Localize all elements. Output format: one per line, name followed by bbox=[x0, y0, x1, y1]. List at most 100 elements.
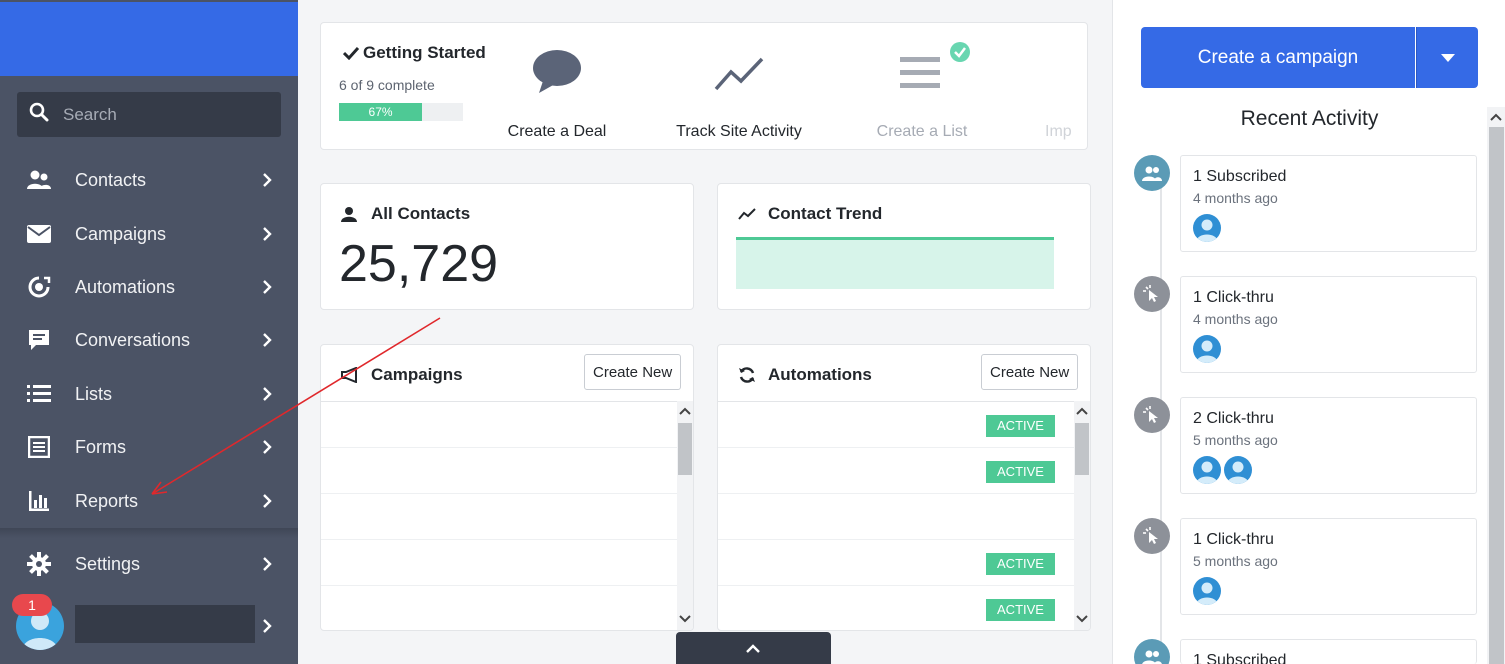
chevron-right-icon bbox=[263, 440, 272, 454]
activity-card[interactable]: 1 Click-thru 5 months ago bbox=[1180, 518, 1477, 615]
subscribers-icon bbox=[1134, 639, 1170, 664]
chevron-right-icon bbox=[263, 387, 272, 401]
click-icon bbox=[1134, 397, 1170, 433]
chevron-up-icon[interactable] bbox=[1075, 406, 1089, 416]
status-badge: ACTIVE bbox=[986, 599, 1055, 621]
chevron-up-icon[interactable] bbox=[678, 406, 692, 416]
sidebar-item-label: Reports bbox=[75, 490, 139, 511]
contact-trend-card[interactable]: Contact Trend bbox=[717, 183, 1091, 310]
checkmark-icon bbox=[343, 46, 359, 60]
recent-activity-title: Recent Activity bbox=[1240, 107, 1379, 130]
caret-down-icon bbox=[1441, 54, 1455, 62]
campaigns-list[interactable] bbox=[321, 401, 693, 630]
activity-card[interactable]: 1 Subscribed bbox=[1180, 639, 1477, 664]
form-icon bbox=[27, 435, 51, 459]
chat-icon bbox=[27, 328, 51, 352]
sidebar-item-conversations[interactable]: Conversations bbox=[0, 315, 298, 365]
chevron-up-icon bbox=[746, 644, 760, 653]
all-contacts-card[interactable]: All Contacts 25,729 bbox=[320, 183, 694, 310]
sidebar-item-label: Campaigns bbox=[75, 223, 167, 244]
click-icon bbox=[1134, 276, 1170, 312]
campaigns-title: Campaigns bbox=[341, 365, 463, 385]
list-icon bbox=[27, 382, 51, 406]
chat-bubble-icon bbox=[533, 50, 581, 93]
notification-badge[interactable]: 1 bbox=[12, 594, 52, 616]
user-menu[interactable]: 1 bbox=[0, 594, 298, 660]
automations-list[interactable]: ACTIVE ACTIVE ACTIVE ACTIVE bbox=[718, 401, 1090, 630]
subscribers-icon bbox=[1134, 155, 1170, 191]
contact-trend-title: Contact Trend bbox=[738, 204, 882, 224]
avatar[interactable] bbox=[1193, 335, 1221, 363]
sidebar-search[interactable] bbox=[17, 92, 281, 137]
activity-card[interactable]: 2 Click-thru 5 months ago bbox=[1180, 397, 1477, 494]
getting-started-title: Getting Started bbox=[343, 43, 486, 63]
sidebar-divider bbox=[0, 528, 298, 538]
brand-logo-area[interactable] bbox=[0, 2, 298, 76]
sidebar-item-label: Contacts bbox=[75, 169, 147, 190]
sidebar-item-campaigns[interactable]: Campaigns bbox=[0, 209, 298, 259]
user-name bbox=[75, 605, 255, 643]
progress-text: 6 of 9 complete bbox=[339, 77, 435, 93]
person-icon bbox=[341, 207, 357, 222]
envelope-icon bbox=[27, 222, 51, 246]
chevron-up-icon[interactable] bbox=[1489, 112, 1503, 122]
create-campaign-button[interactable]: Create a campaign bbox=[1141, 27, 1415, 88]
status-badge: ACTIVE bbox=[986, 553, 1055, 575]
search-icon bbox=[29, 102, 49, 127]
chevron-right-icon bbox=[263, 619, 272, 633]
check-circle-icon bbox=[950, 42, 970, 62]
sidebar-item-label: Automations bbox=[75, 276, 176, 297]
chevron-right-icon bbox=[263, 173, 272, 187]
create-new-campaign-button[interactable]: Create New bbox=[584, 354, 682, 390]
chevron-down-icon[interactable] bbox=[678, 614, 692, 624]
status-badge: ACTIVE bbox=[986, 415, 1055, 437]
footer-toggle-button[interactable] bbox=[676, 632, 831, 664]
sidebar-item-label: Forms bbox=[75, 436, 126, 457]
campaigns-card: Campaigns Create New bbox=[320, 344, 694, 631]
gear-icon bbox=[27, 552, 51, 576]
campaigns-scrollbar[interactable] bbox=[677, 401, 693, 630]
automations-title: Automations bbox=[738, 365, 872, 385]
create-new-automation-button[interactable]: Create New bbox=[981, 354, 1079, 390]
recent-activity-scrollbar[interactable] bbox=[1487, 107, 1505, 664]
all-contacts-title: All Contacts bbox=[341, 204, 470, 224]
progress-bar: 67% bbox=[339, 103, 463, 121]
trend-line-icon bbox=[714, 57, 764, 91]
avatar[interactable] bbox=[1193, 456, 1221, 484]
sidebar-item-reports[interactable]: Reports bbox=[0, 476, 298, 526]
trend-line-icon bbox=[738, 208, 756, 220]
sidebar-item-automations[interactable]: Automations bbox=[0, 262, 298, 312]
sidebar: Contacts Campaigns Automations Conversat… bbox=[0, 0, 298, 664]
progress-fill: 67% bbox=[339, 103, 423, 121]
chevron-right-icon bbox=[263, 494, 272, 508]
megaphone-icon bbox=[341, 367, 357, 383]
getting-started-card: Getting Started 6 of 9 complete 67% Crea… bbox=[320, 22, 1088, 150]
automations-icon bbox=[27, 275, 51, 299]
sidebar-item-lists[interactable]: Lists bbox=[0, 369, 298, 419]
chevron-right-icon bbox=[263, 333, 272, 347]
refresh-icon bbox=[739, 367, 755, 383]
sidebar-item-label: Lists bbox=[75, 383, 113, 404]
trend-area bbox=[736, 237, 1054, 289]
list-lines-icon bbox=[900, 57, 940, 88]
activity-card[interactable]: 1 Subscribed 4 months ago bbox=[1180, 155, 1477, 252]
contacts-icon bbox=[27, 168, 51, 192]
sidebar-item-settings[interactable]: Settings bbox=[0, 539, 298, 589]
status-badge: ACTIVE bbox=[986, 461, 1055, 483]
create-campaign-dropdown[interactable] bbox=[1416, 27, 1478, 88]
avatar[interactable] bbox=[1224, 456, 1252, 484]
contacts-count: 25,729 bbox=[339, 235, 499, 293]
activity-card[interactable]: 1 Click-thru 4 months ago bbox=[1180, 276, 1477, 373]
sidebar-item-contacts[interactable]: Contacts bbox=[0, 155, 298, 205]
search-input[interactable] bbox=[63, 104, 263, 125]
app-root: Contacts Campaigns Automations Conversat… bbox=[0, 0, 1505, 664]
automations-scrollbar[interactable] bbox=[1074, 401, 1090, 630]
main-content: Getting Started 6 of 9 complete 67% Crea… bbox=[298, 0, 1112, 664]
chevron-down-icon[interactable] bbox=[1075, 614, 1089, 624]
bar-chart-icon bbox=[27, 489, 51, 513]
automations-card: Automations Create New ACTIVE ACTIVE ACT… bbox=[717, 344, 1091, 631]
chevron-right-icon bbox=[263, 557, 272, 571]
avatar[interactable] bbox=[1193, 577, 1221, 605]
sidebar-item-forms[interactable]: Forms bbox=[0, 422, 298, 472]
avatar[interactable] bbox=[1193, 214, 1221, 242]
